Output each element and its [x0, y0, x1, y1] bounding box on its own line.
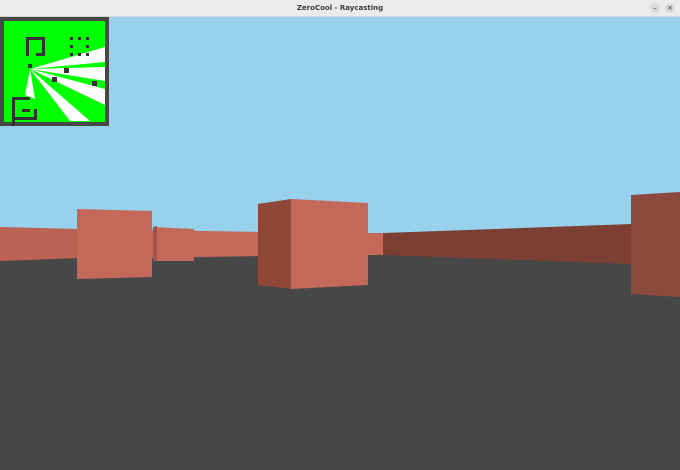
back-wall-left: [0, 227, 80, 261]
window-title: ZeroCool - Raycasting: [296, 4, 384, 12]
minimap-dot-8: [86, 53, 89, 56]
minimap-canvas: [0, 17, 109, 127]
minimap-room-inner: [22, 109, 30, 112]
minimap-dot-3: [86, 37, 89, 40]
minimize-button[interactable]: –: [650, 3, 660, 13]
minimap-dot-6: [70, 53, 73, 56]
minimap-enemy-2: [52, 77, 57, 82]
minimap-room-left: [12, 97, 15, 127]
minimap-dot-1: [70, 37, 73, 40]
game-window: ZeroCool - Raycasting – ×: [0, 0, 680, 470]
cube-2-side: [153, 226, 157, 261]
minimap-block-d: [36, 53, 45, 56]
cube-2-face: [153, 227, 194, 261]
minimap-room-bottom: [12, 117, 36, 120]
minimap-dot-2: [78, 37, 81, 40]
minimap-block-b: [26, 37, 29, 56]
minimap-dot-5: [86, 45, 89, 48]
minimap-room-right: [34, 109, 37, 120]
minimap-enemy-4: [92, 81, 97, 86]
minimap: [0, 17, 109, 127]
minimap-enemy-1: [28, 64, 32, 68]
cube-4-side: [631, 192, 680, 297]
minimap-dot-7: [78, 53, 81, 56]
cube-3-side: [258, 199, 291, 289]
cube-3-face: [291, 199, 368, 289]
minimap-enemy-3: [64, 68, 69, 73]
cube-1-face: [77, 209, 152, 279]
title-bar[interactable]: ZeroCool - Raycasting – ×: [0, 0, 680, 17]
minimap-dot-4: [70, 45, 73, 48]
close-button[interactable]: ×: [665, 3, 675, 13]
